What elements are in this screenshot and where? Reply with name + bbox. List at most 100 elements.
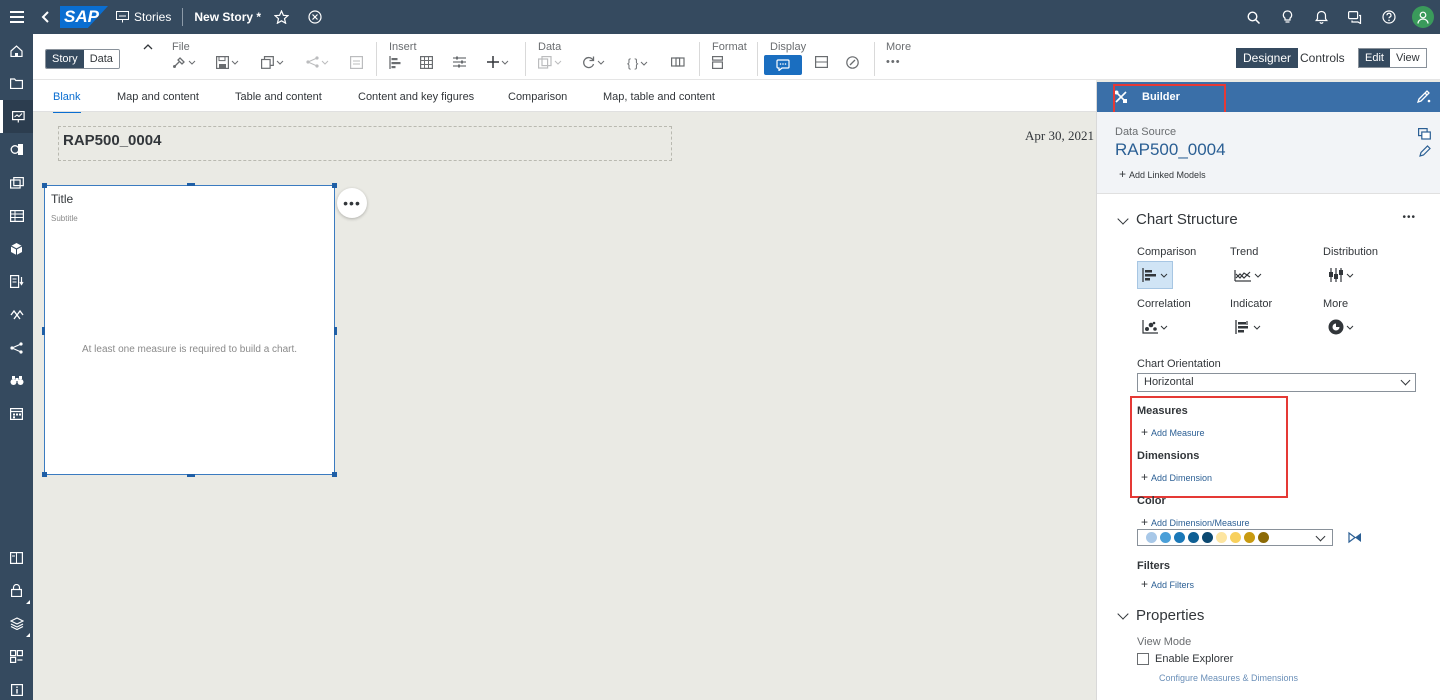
deployment-icon[interactable] (0, 607, 33, 640)
catalog-book-icon[interactable] (0, 541, 33, 574)
page-header[interactable]: RAP500_0004 (58, 126, 672, 161)
calendar-icon[interactable] (0, 397, 33, 430)
data-import-icon[interactable] (0, 265, 33, 298)
lightbulb-icon[interactable] (1270, 0, 1304, 34)
files-icon[interactable] (0, 67, 33, 100)
refresh-icon[interactable] (582, 56, 605, 69)
models-cube-icon[interactable] (0, 232, 33, 265)
tab-table-and-content[interactable]: Table and content (235, 91, 322, 103)
comment-mode-button[interactable] (764, 55, 802, 75)
chart-structure-more-icon[interactable]: ••• (1402, 212, 1416, 223)
digital-boardroom-icon[interactable] (0, 166, 33, 199)
discussion-icon[interactable] (1338, 0, 1372, 34)
chart-widget[interactable]: Title Subtitle At least one measure is r… (42, 183, 337, 477)
connections-icon[interactable] (0, 298, 33, 331)
resize-handle[interactable] (187, 474, 195, 477)
tab-comparison[interactable]: Comparison (508, 91, 567, 103)
add-linked-models-link[interactable]: + Add Linked Models (1119, 167, 1206, 181)
edit-pencil-icon[interactable] (1419, 145, 1431, 157)
story-canvas[interactable]: RAP500_0004 Apr 30, 2021 Title Subtitle … (33, 113, 1096, 700)
bell-icon[interactable] (1304, 0, 1338, 34)
distribution-chart-button[interactable] (1323, 261, 1359, 289)
share-icon[interactable] (306, 56, 329, 68)
chart-more-actions-button[interactable]: ••• (337, 188, 367, 218)
tab-content-and-key-figures[interactable]: Content and key figures (358, 91, 474, 103)
data-mode-button[interactable]: Data (83, 50, 119, 68)
menu-icon[interactable] (0, 0, 34, 34)
share-network-icon[interactable] (0, 331, 33, 364)
insert-more-add-icon[interactable] (487, 56, 509, 68)
favorite-star-icon[interactable] (274, 10, 290, 24)
analytic-app-icon[interactable] (0, 133, 33, 166)
search-icon[interactable] (1236, 0, 1270, 34)
insert-table-icon[interactable] (420, 56, 433, 69)
resize-handle[interactable] (42, 183, 47, 188)
data-copy-icon[interactable] (538, 56, 562, 69)
sap-logo[interactable]: SAP (60, 6, 108, 28)
resize-handle[interactable] (42, 327, 45, 335)
resize-handle[interactable] (332, 472, 337, 477)
user-avatar[interactable] (1412, 6, 1434, 28)
controls-button[interactable]: Controls (1300, 48, 1345, 68)
view-mode-button[interactable]: View (1390, 49, 1426, 67)
color-palette-select[interactable] (1137, 529, 1333, 546)
data-source-switch-icon[interactable] (1418, 128, 1431, 140)
publish-icon[interactable] (350, 56, 363, 69)
chart-title[interactable]: Title (51, 192, 73, 206)
designer-button[interactable]: Designer (1236, 48, 1299, 68)
data-source-name[interactable]: RAP500_0004 (1115, 140, 1226, 160)
correlation-chart-button[interactable] (1137, 313, 1173, 341)
layout-grid-icon[interactable] (815, 56, 828, 68)
formula-braces-icon[interactable]: { } (627, 56, 648, 70)
insert-group-label: Insert (389, 41, 417, 53)
add-color-dimension-link[interactable]: + Add Dimension/Measure (1141, 515, 1250, 529)
configure-measures-link[interactable]: Configure Measures & Dimensions (1159, 673, 1298, 683)
datasets-icon[interactable] (0, 199, 33, 232)
binoculars-icon[interactable] (0, 364, 33, 397)
tab-blank[interactable]: Blank (53, 91, 81, 114)
add-filters-link[interactable]: + Add Filters (1141, 577, 1194, 591)
edit-mode-button[interactable]: Edit (1359, 49, 1390, 67)
collapse-toolbar-icon[interactable] (143, 43, 153, 50)
stories-nav-icon[interactable] (0, 100, 33, 133)
edit-tools-icon[interactable] (172, 56, 196, 69)
properties-title[interactable]: Properties (1136, 607, 1204, 624)
chart-orientation-select[interactable]: Horizontal (1137, 373, 1416, 392)
insert-chart-icon[interactable] (389, 56, 402, 69)
save-icon[interactable] (216, 56, 239, 69)
more-overflow-icon[interactable]: ••• (886, 56, 901, 68)
resize-handle[interactable] (332, 183, 337, 188)
story-mode-button[interactable]: Story (46, 50, 84, 68)
security-lock-icon[interactable] (0, 574, 33, 607)
resize-handle[interactable] (334, 327, 337, 335)
tab-map-and-content[interactable]: Map and content (117, 91, 199, 103)
enable-explorer-checkbox[interactable] (1137, 653, 1149, 665)
comparison-chart-button[interactable] (1137, 261, 1173, 289)
trend-chart-button[interactable] (1230, 261, 1266, 289)
tab-map-table-and-content[interactable]: Map, table and content (603, 91, 715, 103)
more-charts-button[interactable] (1323, 313, 1359, 341)
close-circle-icon[interactable] (308, 10, 322, 24)
system-monitor-icon[interactable] (0, 640, 33, 673)
home-icon[interactable] (0, 34, 33, 67)
styling-paint-icon[interactable] (1416, 89, 1431, 104)
resize-handle[interactable] (187, 183, 195, 186)
enable-explorer-label[interactable]: Enable Explorer (1155, 653, 1233, 665)
linked-analysis-icon[interactable] (671, 56, 685, 68)
chart-structure-chevron-icon[interactable] (1117, 213, 1129, 225)
help-icon[interactable] (1372, 0, 1406, 34)
copy-icon[interactable] (261, 56, 284, 69)
back-icon[interactable] (34, 0, 56, 34)
stories-link[interactable]: Stories (134, 10, 171, 24)
chart-structure-title[interactable]: Chart Structure (1136, 211, 1238, 228)
indicator-chart-button[interactable] (1230, 313, 1266, 341)
color-sync-icon[interactable] (1348, 531, 1362, 544)
properties-chevron-icon[interactable] (1117, 608, 1129, 620)
chart-subtitle[interactable]: Subtitle (51, 214, 78, 223)
data-source-section: Data Source RAP500_0004 + Add Linked Mode… (1097, 112, 1440, 194)
resize-handle[interactable] (42, 472, 47, 477)
info-icon[interactable] (0, 673, 33, 700)
performance-gauge-icon[interactable] (846, 56, 859, 69)
insert-input-control-icon[interactable] (453, 56, 466, 68)
format-styling-icon[interactable] (712, 56, 723, 69)
